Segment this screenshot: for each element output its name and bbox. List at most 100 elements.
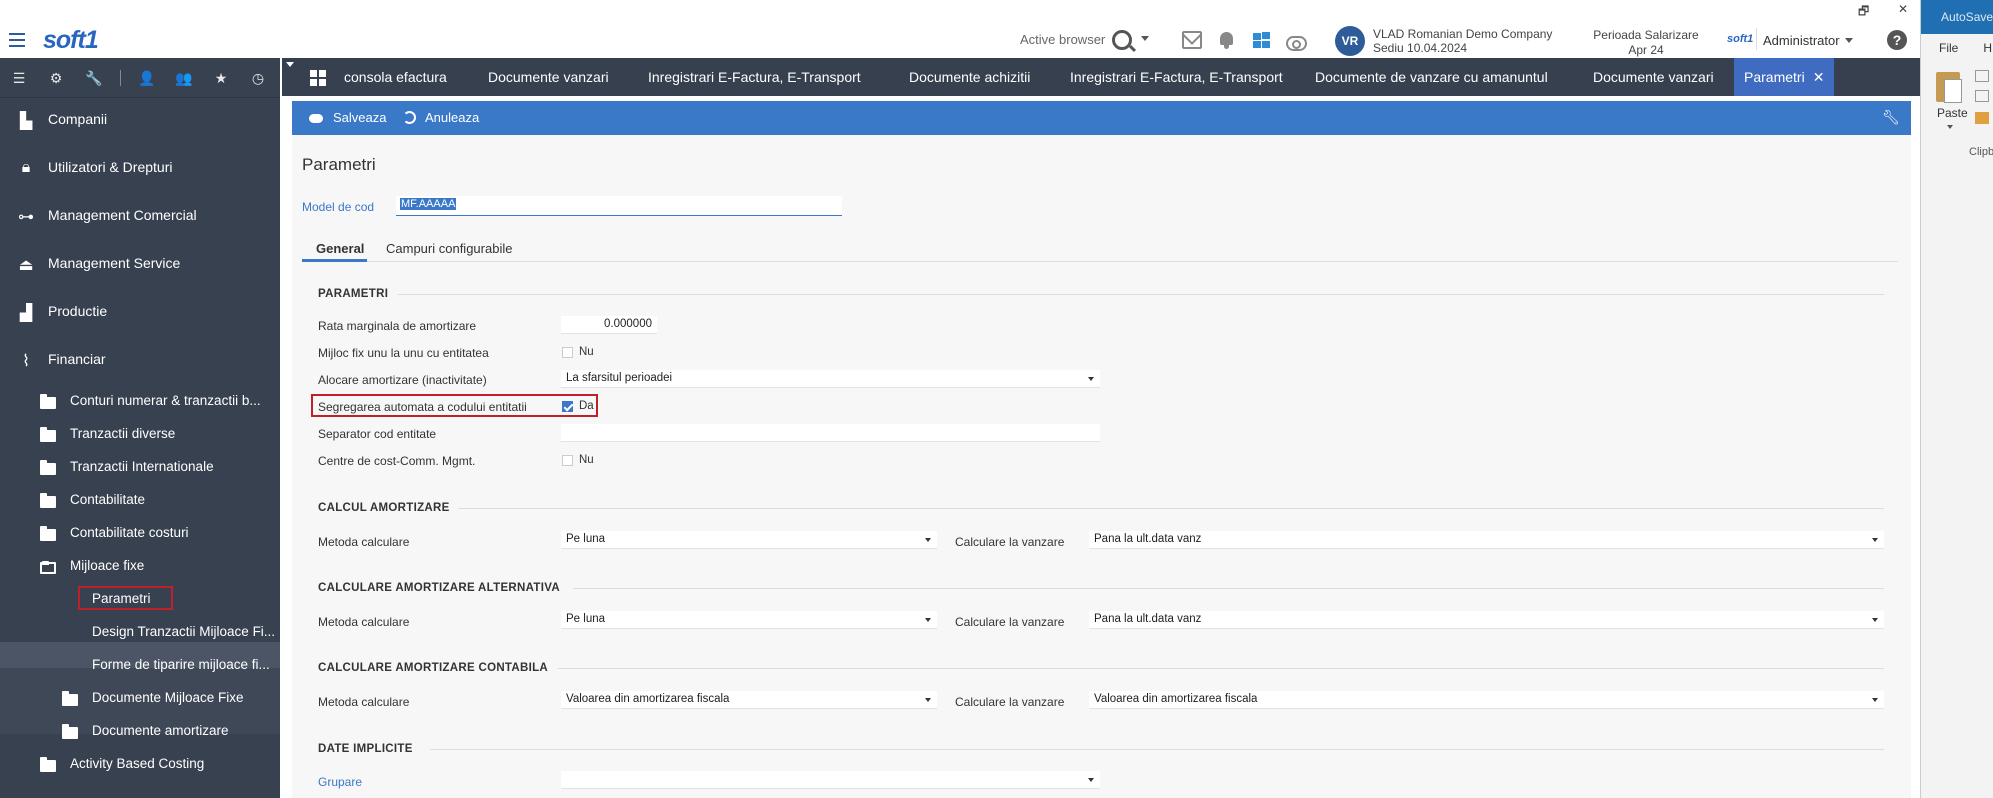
sidebar-item-management-comercial[interactable]: ⊶ Management Comercial (0, 207, 280, 227)
tab-documente-vanzare-amanuntul[interactable]: Documente de vanzare cu amanuntul (1315, 58, 1548, 96)
grupare-label[interactable]: Grupare (318, 775, 362, 789)
company-branch-date[interactable]: Sediu 10.04.2024 (1373, 41, 1467, 55)
restore-window-icon[interactable]: 🗗 (1858, 2, 1869, 23)
menu-home[interactable]: H (1983, 41, 1992, 55)
chevron-down-icon[interactable] (1088, 377, 1094, 381)
calculare-vanzare-alt-select[interactable]: Pana la ult.data vanz (1089, 611, 1884, 629)
tab-parametri[interactable]: Parametri ✕ (1734, 58, 1835, 96)
model-code-input[interactable]: MF.AAAAA (396, 196, 842, 216)
mijloc-fix-checkbox[interactable] (562, 347, 573, 358)
chevron-down-icon[interactable] (1947, 125, 1953, 129)
sidebar-subitem-tranzactii-diverse[interactable]: Tranzactii diverse (0, 426, 280, 446)
sidebar-item-label: Conturi numerar & tranzactii b... (70, 393, 261, 408)
help-icon[interactable]: ? (1887, 30, 1907, 50)
windows-icon[interactable] (1252, 31, 1272, 49)
sidebar-subitem-contabilitate[interactable]: Contabilitate (0, 492, 280, 512)
section-divider (458, 508, 1884, 509)
user-list-icon[interactable]: 👤 (138, 70, 155, 86)
cloud-sync-icon[interactable] (1285, 31, 1307, 51)
payroll-period[interactable]: Perioada Salarizare Apr 24 (1590, 28, 1702, 57)
sidebar-subitem-documente-mijloace[interactable]: Documente Mijloace Fixe (0, 690, 280, 710)
chevron-down-icon[interactable] (1872, 618, 1878, 622)
tab-general[interactable]: General (316, 241, 364, 256)
sidebar-subitem-conturi[interactable]: Conturi numerar & tranzactii b... (0, 393, 280, 413)
centre-cost-checkbox[interactable] (562, 455, 573, 466)
rata-marginala-input[interactable]: 0.000000 (561, 316, 657, 334)
chevron-down-icon[interactable] (1872, 538, 1878, 542)
metoda-calculare-alt-select[interactable]: Pe luna (561, 611, 937, 629)
page-title: Parametri (302, 155, 376, 174)
metoda-calculare-label: Metoda calculare (318, 535, 410, 549)
cancel-button[interactable]: Anuleaza (425, 110, 479, 125)
sidebar-subitem-activity-based-costing[interactable]: Activity Based Costing (0, 756, 280, 776)
undo-icon[interactable] (403, 111, 416, 124)
tab-campuri-configurabile[interactable]: Campuri configurabile (386, 241, 512, 256)
tab-documente-achizitii[interactable]: Documente achizitii (909, 58, 1030, 96)
tab-documente-vanzari-2[interactable]: Documente vanzari (1593, 58, 1714, 96)
lock-icon: 🔒︎ (21, 159, 31, 176)
paste-label[interactable]: Paste (1937, 106, 1968, 120)
folder-icon (62, 724, 78, 739)
tab-inregistrari-efactura[interactable]: Inregistrari E-Factura, E-Transport (648, 58, 861, 96)
sidebar-item-productie[interactable]: ▟ Productie (0, 303, 280, 323)
clipboard-group: Paste Clipb (1921, 62, 1993, 162)
chevron-down-icon[interactable] (925, 618, 931, 622)
format-painter-icon[interactable] (1975, 112, 1989, 124)
metoda-calculare-select[interactable]: Pe luna (561, 531, 937, 549)
menu-file[interactable]: File (1939, 41, 1958, 55)
sidebar-leaf-design-tranzactii[interactable]: Design Tranzactii Mijloace Fi... (0, 624, 280, 644)
star-icon[interactable]: ★ (213, 70, 229, 86)
separator-cod-input[interactable] (561, 424, 1100, 442)
copy-icon[interactable] (1975, 90, 1989, 102)
sidebar-item-financiar[interactable]: ⌇ Financiar (0, 351, 280, 371)
autosave-label[interactable]: AutoSave (1921, 0, 1993, 34)
tab-consola-efactura[interactable]: consola efactura (344, 58, 447, 96)
save-button[interactable]: Salveaza (333, 110, 386, 125)
sidebar-leaf-forme-tiparire[interactable]: Forme de tiparire mijloace fi... (0, 657, 280, 677)
chevron-down-icon[interactable] (1141, 36, 1149, 41)
tab-inregistrari-efactura-2[interactable]: Inregistrari E-Factura, E-Transport (1070, 58, 1283, 96)
chevron-down-icon[interactable] (1088, 778, 1094, 782)
close-window-icon[interactable]: ✕ (1898, 2, 1908, 16)
chevron-down-icon[interactable] (925, 538, 931, 542)
sidebar-item-label: Management Comercial (48, 207, 197, 223)
clock-icon[interactable]: ◷ (250, 70, 266, 86)
wrench-icon[interactable]: 🔧︎ (1882, 109, 1900, 126)
company-name[interactable]: VLAD Romanian Demo Company (1373, 27, 1552, 41)
sidebar-item-utilizatori[interactable]: 🔒︎ Utilizatori & Drepturi (0, 159, 280, 179)
cut-icon[interactable] (1975, 70, 1989, 82)
active-browser-label: Active browser (1020, 32, 1106, 47)
chevron-down-icon[interactable] (1872, 698, 1878, 702)
bell-icon[interactable] (1217, 31, 1237, 49)
chevron-down-icon[interactable] (1845, 38, 1853, 43)
list-icon[interactable]: ☰ (11, 70, 27, 86)
users-icon[interactable]: 👥 (175, 70, 192, 86)
metoda-calculare-cont-select[interactable]: Valoarea din amortizarea fiscala (561, 691, 937, 709)
sidebar-subitem-contabilitate-costuri[interactable]: Contabilitate costuri (0, 525, 280, 545)
sidebar-subitem-mijloace-fixe[interactable]: Mijloace fixe (0, 558, 280, 578)
calculare-vanzare-cont-select[interactable]: Valoarea din amortizarea fiscala (1089, 691, 1884, 709)
sidebar-item-management-service[interactable]: ⏏ Management Service (0, 255, 280, 275)
wrench-icon[interactable]: 🔧 (85, 70, 102, 86)
sidebar-subitem-documente-amortizare[interactable]: Documente amortizare (0, 723, 280, 743)
mail-icon[interactable] (1182, 31, 1202, 49)
close-tab-icon[interactable]: ✕ (1813, 69, 1825, 85)
calculare-vanzare-select[interactable]: Pana la ult.data vanz (1089, 531, 1884, 549)
tab-documente-vanzari[interactable]: Documente vanzari (488, 58, 609, 96)
save-cloud-icon[interactable] (309, 111, 323, 125)
company-avatar[interactable]: VR (1335, 26, 1365, 56)
gear-icon[interactable]: ⚙ (48, 70, 64, 86)
period-value: Apr 24 (1628, 43, 1664, 57)
alocare-amortizare-select[interactable]: La sfarsitul perioadei (561, 370, 1100, 388)
sidebar-subitem-tranzactii-internationale[interactable]: Tranzactii Internationale (0, 459, 280, 479)
grupare-select[interactable] (561, 771, 1100, 789)
search-icon[interactable] (1112, 30, 1132, 50)
sidebar-item-companii[interactable]: ▙ Companii (0, 111, 280, 131)
user-name[interactable]: Administrator (1763, 33, 1840, 48)
section-amortizare-alternativa: CALCULARE AMORTIZARE ALTERNATIVA (318, 582, 560, 594)
chevron-down-icon[interactable] (286, 62, 294, 67)
grid-icon[interactable] (310, 70, 326, 86)
hamburger-menu-icon[interactable] (9, 33, 25, 47)
paste-icon[interactable] (1936, 72, 1962, 103)
chevron-down-icon[interactable] (925, 698, 931, 702)
